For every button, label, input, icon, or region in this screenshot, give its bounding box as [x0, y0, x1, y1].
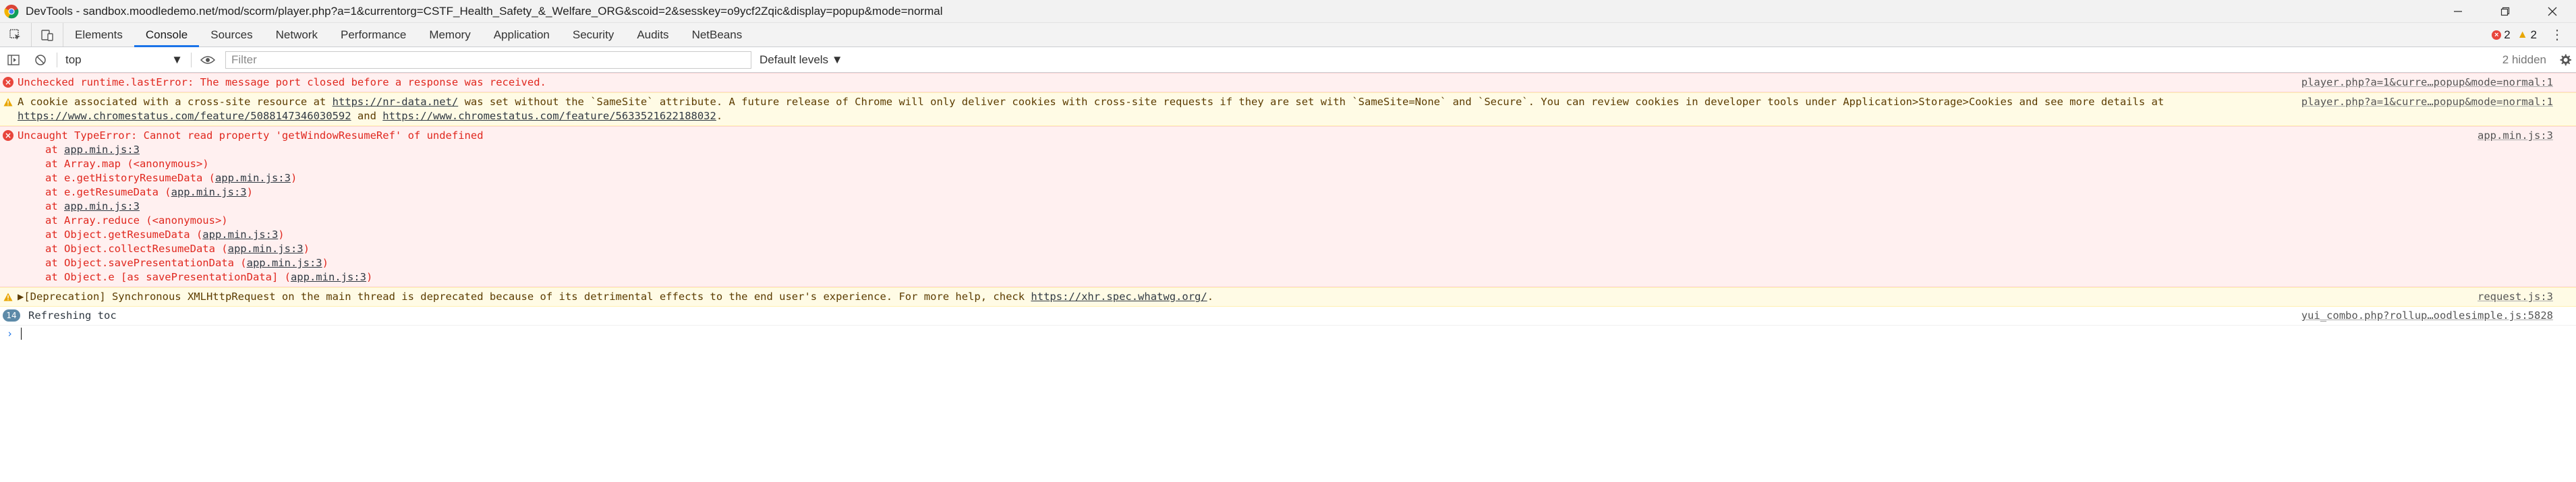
inspect-icon [9, 28, 20, 40]
source-link[interactable]: player.php?a=1&curre…popup&mode=normal:1 [2301, 95, 2576, 123]
clear-icon [35, 54, 46, 65]
message-text: A cookie associated with a cross-site re… [18, 96, 2171, 122]
source-link[interactable]: app.min.js:3 [2478, 129, 2576, 284]
stack-frame: at e.getResumeData (app.min.js:3) [45, 186, 253, 198]
eye-icon [200, 55, 215, 64]
warning-count-badge[interactable]: ▲ 2 [2517, 28, 2537, 42]
console-message[interactable]: × Uncaught TypeError: Cannot read proper… [0, 126, 2576, 287]
console-message[interactable]: ▶[Deprecation] Synchronous XMLHttpReques… [0, 287, 2576, 307]
repeat-count-badge: 14 [3, 309, 20, 322]
filter-input[interactable] [225, 51, 751, 69]
message-text[interactable]: ▶[Deprecation] Synchronous XMLHttpReques… [18, 290, 2478, 304]
console-toolbar: top ▼ Default levels ▼ 2 hidden [0, 47, 2576, 73]
stack-frame: at Array.map (<anonymous>) [45, 158, 209, 170]
context-selector[interactable]: top ▼ [60, 51, 188, 69]
tab-network[interactable]: Network [264, 23, 329, 47]
live-expression-button[interactable] [194, 47, 221, 73]
inspect-element-button[interactable] [0, 23, 32, 47]
source-link[interactable]: request.js:3 [2478, 290, 2576, 304]
stack-frame: at Object.getResumeData (app.min.js:3) [45, 229, 285, 241]
chrome-icon [4, 4, 19, 18]
tab-sources[interactable]: Sources [199, 23, 264, 47]
console-settings-button[interactable] [2554, 53, 2576, 67]
console-message[interactable]: × Unchecked runtime.lastError: The messa… [0, 73, 2576, 92]
source-link[interactable]: player.php?a=1&curre…popup&mode=normal:1 [2301, 76, 2576, 90]
warning-count: 2 [2530, 28, 2537, 41]
message-text: Uncaught TypeError: Cannot read property… [18, 129, 484, 283]
error-count-badge[interactable]: × 2 [2492, 28, 2511, 42]
warning-icon [3, 98, 13, 106]
title-bar: DevTools - sandbox.moodledemo.net/mod/sc… [0, 0, 2576, 23]
stack-frame: at Object.savePresentationData (app.min.… [45, 257, 328, 269]
prompt-chevron-icon: › [7, 327, 13, 340]
panel-tab-bar: Elements Console Sources Network Perform… [0, 23, 2576, 47]
device-toggle-icon [41, 29, 53, 41]
sidebar-toggle-icon [7, 54, 20, 65]
tab-performance[interactable]: Performance [329, 23, 418, 47]
close-button[interactable] [2529, 0, 2576, 23]
stack-link[interactable]: app.min.js:3 [171, 186, 247, 198]
stack-link[interactable]: app.min.js:3 [202, 229, 278, 241]
text-caret [21, 328, 22, 340]
toggle-sidebar-button[interactable] [0, 47, 27, 73]
minimize-button[interactable] [2434, 0, 2482, 23]
console-message[interactable]: 14 Refreshing toc yui_combo.php?rollup…o… [0, 307, 2576, 326]
message-link[interactable]: https://xhr.spec.whatwg.org/ [1031, 291, 1207, 303]
warning-icon: ▲ [2517, 28, 2528, 40]
window-controls [2434, 0, 2576, 23]
tab-security[interactable]: Security [561, 23, 625, 47]
stack-link[interactable]: app.min.js:3 [64, 200, 140, 212]
stack-frame: at Array.reduce (<anonymous>) [45, 214, 228, 227]
message-text: Unchecked runtime.lastError: The message… [18, 76, 546, 88]
error-icon: × [3, 130, 13, 141]
error-icon: × [3, 77, 13, 88]
message-link[interactable]: https://nr-data.net/ [333, 96, 459, 108]
dropdown-arrow-icon: ▼ [171, 53, 183, 66]
more-options-icon[interactable]: ⋮ [2544, 26, 2571, 43]
tab-console[interactable]: Console [134, 23, 200, 47]
tab-application[interactable]: Application [482, 23, 561, 47]
log-levels-dropdown[interactable]: Default levels ▼ [760, 53, 843, 67]
gear-icon [2560, 54, 2571, 65]
window-title: DevTools - sandbox.moodledemo.net/mod/sc… [26, 4, 943, 18]
close-icon [2548, 7, 2557, 16]
stack-link[interactable]: app.min.js:3 [64, 144, 140, 156]
stack-frame: at app.min.js:3 [45, 200, 140, 212]
clear-console-button[interactable] [27, 47, 54, 73]
toolbar-divider [191, 52, 192, 67]
message-link[interactable]: https://www.chromestatus.com/feature/563… [382, 110, 716, 122]
console-messages: × Unchecked runtime.lastError: The messa… [0, 73, 2576, 342]
device-toolbar-button[interactable] [32, 23, 63, 47]
console-prompt[interactable]: › [0, 326, 2576, 342]
tab-elements[interactable]: Elements [63, 23, 134, 47]
console-message[interactable]: A cookie associated with a cross-site re… [0, 92, 2576, 126]
source-link[interactable]: yui_combo.php?rollup…oodlesimple.js:5828 [2301, 309, 2576, 323]
hidden-messages-count: 2 hidden [2502, 53, 2546, 66]
message-link[interactable]: https://www.chromestatus.com/feature/508… [18, 110, 351, 122]
stack-link[interactable]: app.min.js:3 [247, 257, 322, 269]
tab-netbeans[interactable]: NetBeans [681, 23, 754, 47]
devtools-window: DevTools - sandbox.moodledemo.net/mod/sc… [0, 0, 2576, 482]
context-value: top [65, 53, 82, 66]
error-icon: × [2492, 30, 2502, 40]
stack-frame: at Object.e [as savePresentationData] (a… [45, 271, 373, 283]
stack-frame: at Object.collectResumeData (app.min.js:… [45, 243, 310, 255]
issue-counters[interactable]: × 2 ▲ 2 ⋮ [2492, 23, 2576, 47]
stack-link[interactable]: app.min.js:3 [228, 243, 304, 255]
stack-frame: at app.min.js:3 [45, 144, 140, 156]
stack-link[interactable]: app.min.js:3 [215, 172, 291, 184]
minimize-icon [2454, 10, 2462, 12]
tab-audits[interactable]: Audits [625, 23, 680, 47]
tab-memory[interactable]: Memory [418, 23, 482, 47]
warning-icon [3, 293, 13, 301]
restore-icon [2500, 7, 2510, 16]
message-text: Refreshing toc [28, 309, 117, 322]
restore-button[interactable] [2482, 0, 2529, 23]
stack-frame: at e.getHistoryResumeData (app.min.js:3) [45, 172, 297, 184]
error-count: 2 [2504, 28, 2511, 41]
stack-link[interactable]: app.min.js:3 [291, 271, 366, 283]
